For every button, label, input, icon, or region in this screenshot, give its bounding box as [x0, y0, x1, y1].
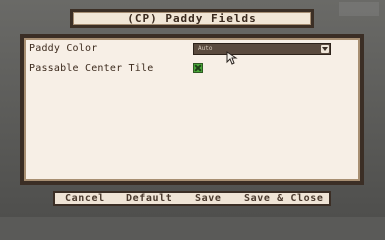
config-panel — [20, 34, 364, 185]
passable-center-tile-label: Passable Center Tile — [29, 63, 154, 74]
dialog-title: (CP) Paddy Fields — [70, 9, 314, 28]
save-and-close-button[interactable]: Save & Close — [244, 193, 323, 205]
background-decoration — [339, 2, 379, 16]
save-button[interactable]: Save — [195, 193, 221, 205]
passable-center-tile-checkbox[interactable] — [193, 63, 203, 73]
chevron-down-icon[interactable] — [321, 45, 329, 53]
default-button[interactable]: Default — [126, 193, 172, 205]
paddy-color-dropdown[interactable]: Auto — [193, 43, 331, 55]
paddy-color-label: Paddy Color — [29, 43, 98, 54]
paddy-color-value: Auto — [198, 45, 213, 52]
hand-pointer-icon — [226, 51, 238, 65]
cancel-button[interactable]: Cancel — [65, 193, 105, 205]
game-screen: (CP) Paddy Fields Paddy Color Auto Passa… — [0, 0, 385, 217]
button-bar: Cancel Default Save Save & Close — [53, 191, 331, 206]
